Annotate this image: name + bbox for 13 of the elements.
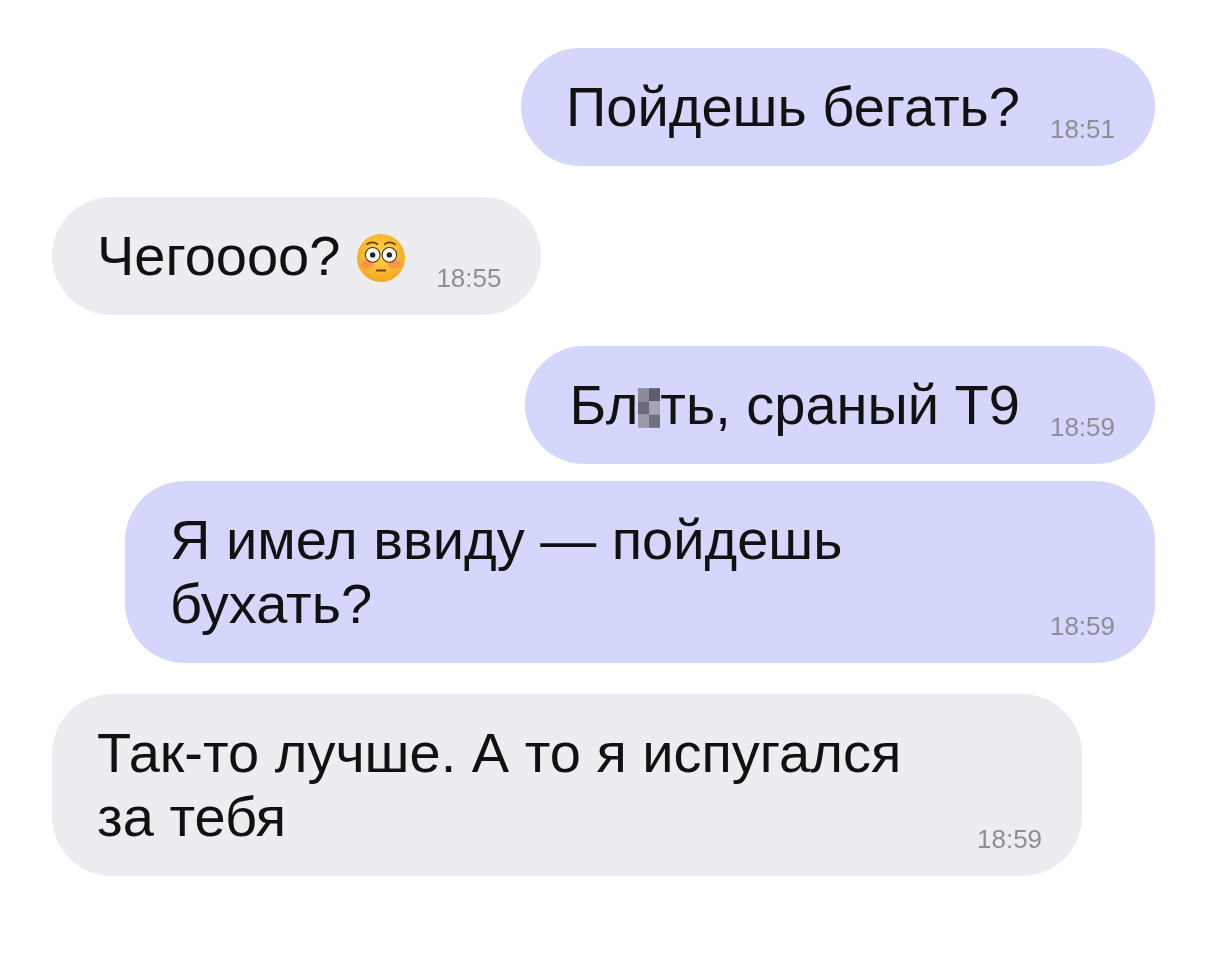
message-time: 18:59: [1049, 610, 1115, 643]
censor-mark: [638, 388, 661, 428]
flushed-face-icon: [356, 233, 407, 283]
message-text: Я имел ввиду — пойдешь бухать?: [169, 508, 843, 635]
message-time: 18:59: [977, 823, 1043, 856]
message-text: ть, сраный Т9: [660, 373, 1020, 436]
message-text: Пойдешь бегать?: [566, 75, 1020, 138]
message-time: 18:51: [1049, 113, 1115, 146]
message-text: Так-то лучше. А то я испугался за тебя: [97, 721, 902, 848]
message-text: Чегоооо?: [97, 224, 341, 287]
message-text: Бл: [569, 373, 639, 436]
message-time: 18:55: [436, 262, 502, 295]
message-time: 18:59: [1049, 411, 1115, 444]
